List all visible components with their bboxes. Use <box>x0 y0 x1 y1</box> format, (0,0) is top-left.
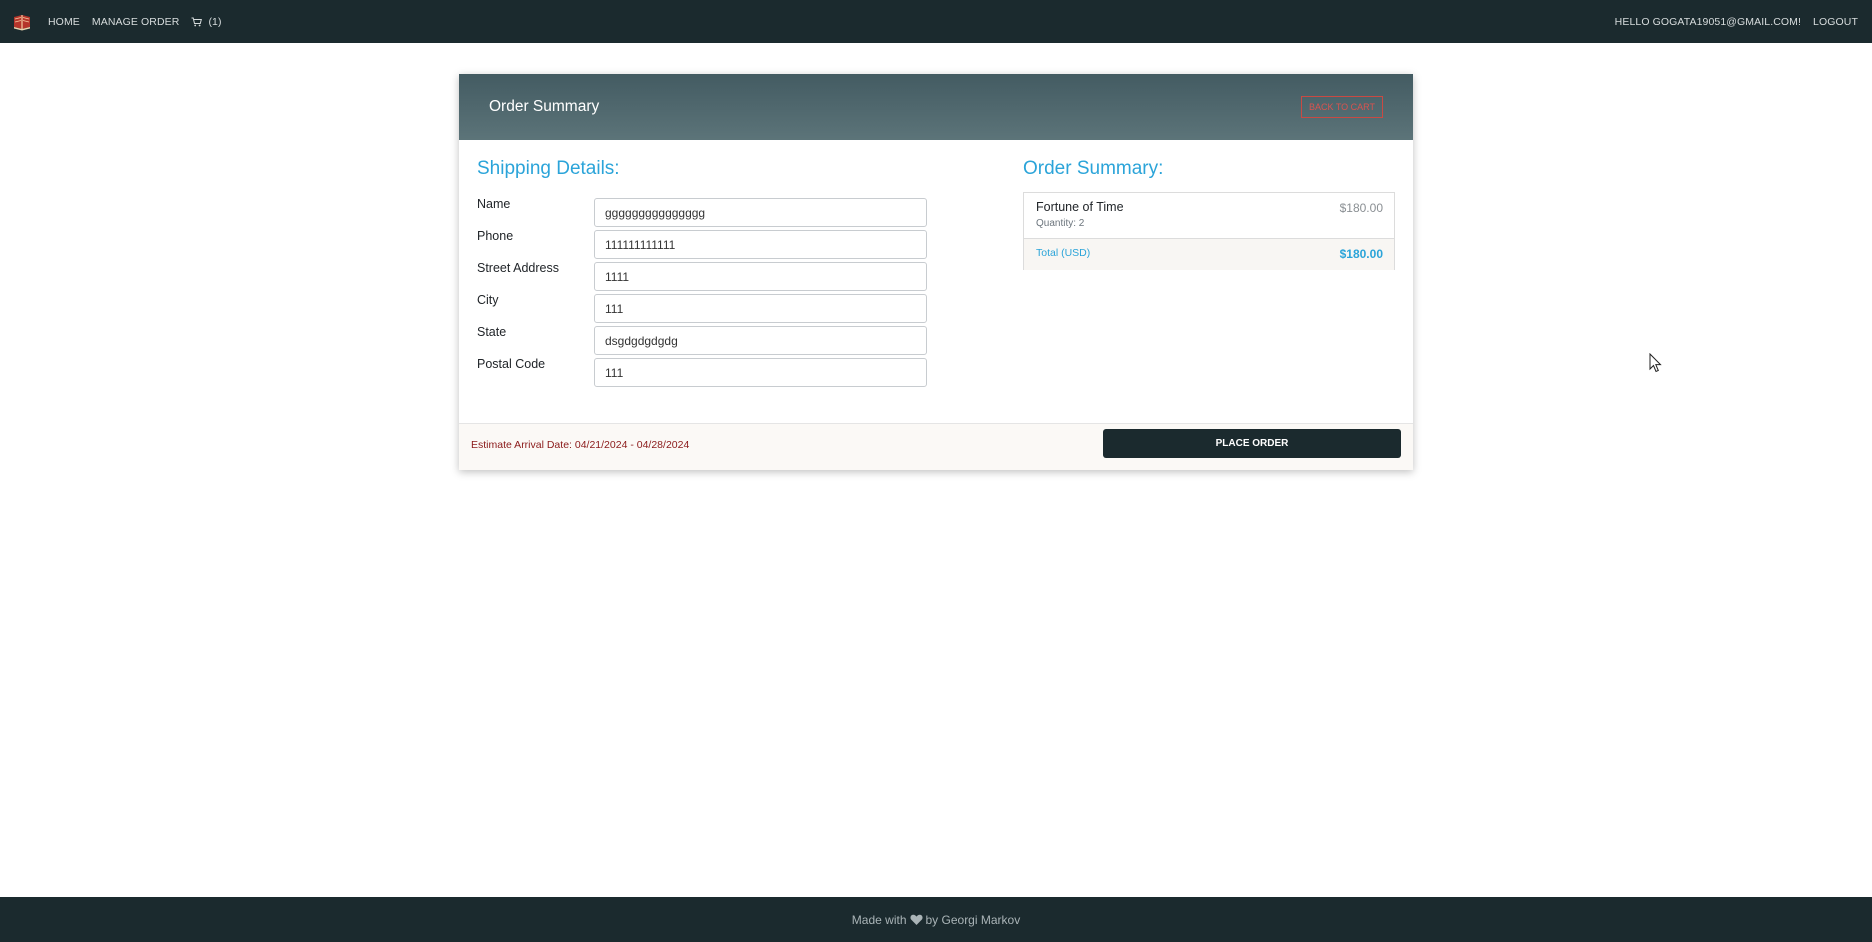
order-summary-title: Order Summary: <box>1023 158 1164 179</box>
order-total-row: Total (USD) $180.00 <box>1024 239 1394 270</box>
state-field[interactable] <box>594 326 927 355</box>
street-address-label: Street Address <box>477 261 559 275</box>
name-field[interactable] <box>594 198 927 227</box>
phone-field[interactable] <box>594 230 927 259</box>
item-price: $180.00 <box>1339 201 1383 215</box>
postal-code-field[interactable] <box>594 358 927 387</box>
heart-icon <box>909 914 923 926</box>
state-label: State <box>477 325 507 339</box>
street-address-field[interactable] <box>594 262 927 291</box>
made-with-text: Made with <box>851 912 907 927</box>
author-text: by Georgi Markov <box>925 912 1021 927</box>
state-row: State <box>477 324 927 356</box>
postal-code-label: Postal Code <box>477 357 546 371</box>
street-address-row: Street Address <box>477 260 927 292</box>
nav-manage-order-link[interactable]: MANAGE ORDER <box>92 16 180 28</box>
card-footer: Estimate Arrival Date: 04/21/2024 - 04/2… <box>459 423 1413 470</box>
logout-link[interactable]: LOGOUT <box>1813 16 1858 28</box>
card-header: Order Summary BACK TO CART <box>459 74 1413 140</box>
back-to-cart-button[interactable]: BACK TO CART <box>1300 96 1383 118</box>
item-name: Fortune of Time <box>1036 200 1124 214</box>
name-label: Name <box>477 197 511 211</box>
order-summary-box: Fortune of Time Quantity: 2 $180.00 Tota… <box>1023 192 1395 270</box>
name-row: Name <box>477 196 927 228</box>
phone-row: Phone <box>477 228 927 260</box>
total-label: Total (USD) <box>1036 247 1091 259</box>
city-row: City <box>477 292 927 324</box>
mouse-cursor-icon <box>1649 352 1663 378</box>
phone-label: Phone <box>477 229 514 243</box>
nav-home-link[interactable]: HOME <box>48 16 80 28</box>
user-greeting[interactable]: HELLO GOGATA19051@GMAIL.COM! <box>1615 16 1801 28</box>
place-order-button[interactable]: PLACE ORDER <box>1103 429 1401 458</box>
estimated-arrival-text: Estimate Arrival Date: 04/21/2024 - 04/2… <box>471 439 690 451</box>
item-quantity: Quantity: 2 <box>1036 218 1085 229</box>
order-summary-card: Order Summary BACK TO CART Shipping Deta… <box>459 74 1413 470</box>
city-label: City <box>477 293 499 307</box>
cart-count: (1) <box>208 15 222 28</box>
postal-code-row: Postal Code <box>477 356 927 388</box>
top-navbar: HOME MANAGE ORDER (1) HELLO GOGATA19051@… <box>0 0 1872 43</box>
page-footer: Made with by Georgi Markov <box>0 897 1872 942</box>
nav-cart-link[interactable]: (1) <box>191 16 221 28</box>
card-body: Shipping Details: Name Phone Street Addr… <box>459 140 1413 422</box>
total-value: $180.00 <box>1339 247 1383 261</box>
list-item: Fortune of Time Quantity: 2 $180.00 <box>1024 193 1394 239</box>
shipping-details-title: Shipping Details: <box>477 158 620 179</box>
cart-icon <box>191 17 203 26</box>
book-logo-icon[interactable] <box>12 12 32 32</box>
city-field[interactable] <box>594 294 927 323</box>
card-title: Order Summary <box>489 98 600 115</box>
